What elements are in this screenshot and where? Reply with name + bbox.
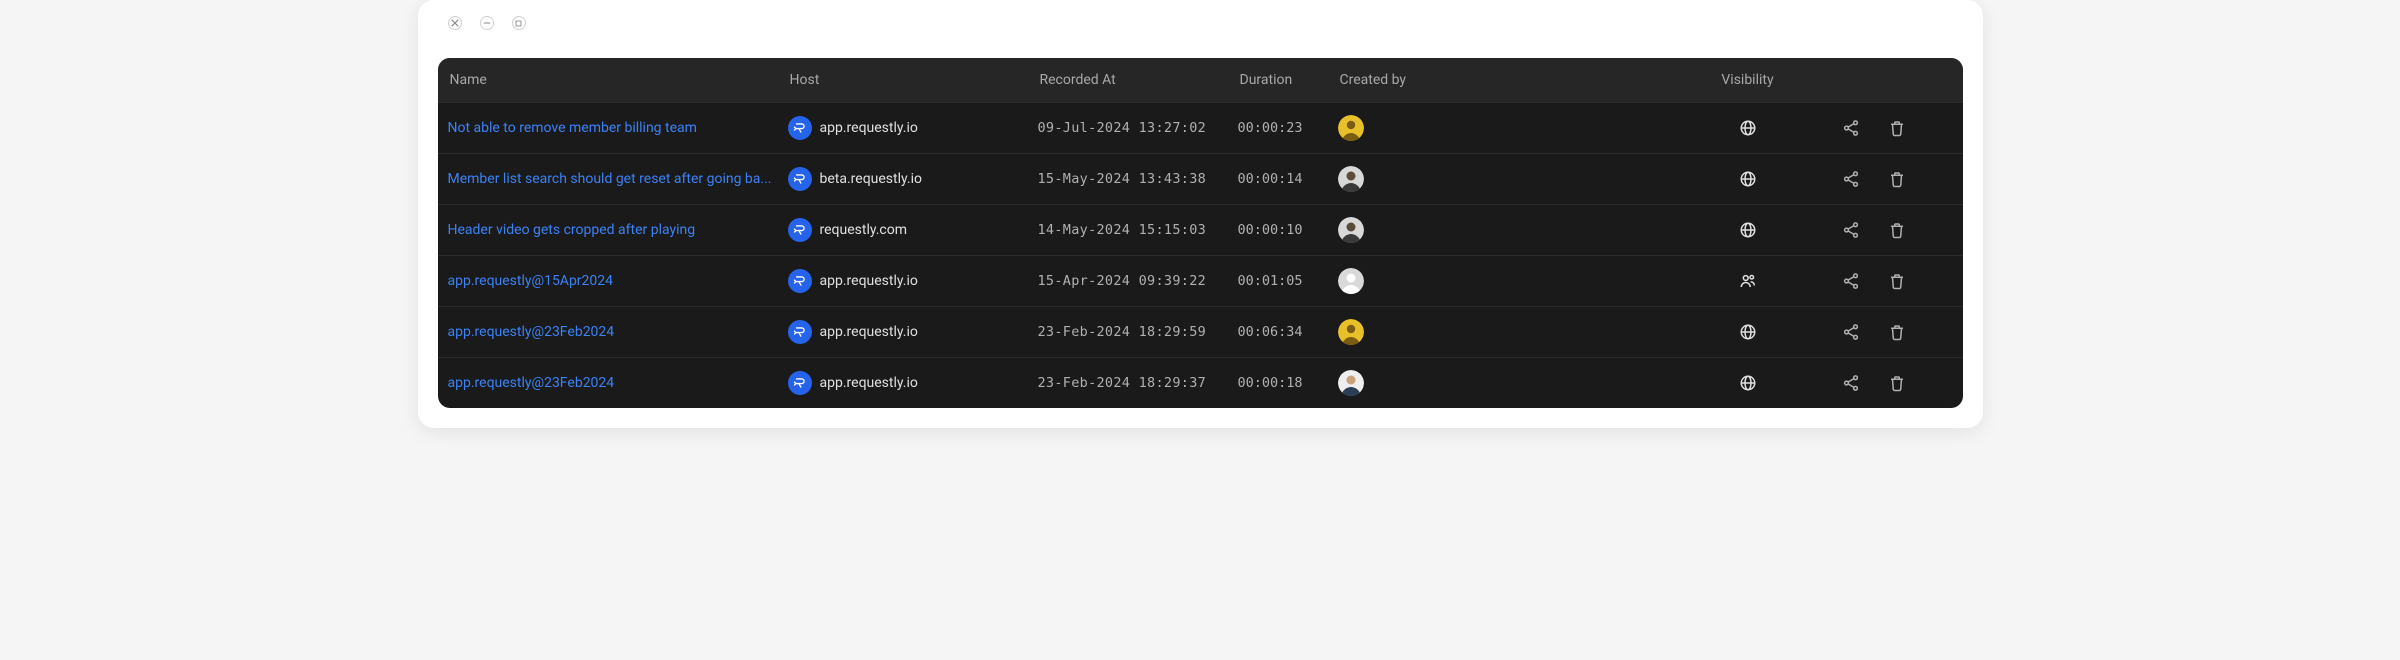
avatar [1338,217,1364,243]
table-row: app.requestly@23Feb2024 app.requestly.io 2… [438,357,1963,408]
duration-cell: 00:06:34 [1238,324,1338,340]
session-name-link[interactable]: app.requestly@23Feb2024 [448,324,788,340]
visibility-cell [1688,374,1808,392]
column-header-actions [1808,72,1918,88]
avatar [1338,370,1364,396]
host-text: app.requestly.io [820,120,918,136]
globe-icon[interactable] [1739,119,1757,137]
session-name-link[interactable]: Member list search should get reset afte… [448,171,788,187]
duration-cell: 00:01:05 [1238,273,1338,289]
host-text: app.requestly.io [820,273,918,289]
session-name-link[interactable]: app.requestly@23Feb2024 [448,375,788,391]
host-text: beta.requestly.io [820,171,923,187]
column-header-visibility[interactable]: Visibility [1688,72,1808,88]
visibility-cell [1688,170,1808,188]
requestly-logo-icon [788,218,812,242]
delete-button[interactable] [1888,170,1906,188]
window-controls [418,0,1983,38]
session-name-link[interactable]: Header video gets cropped after playing [448,222,788,238]
team-icon[interactable] [1739,272,1757,290]
share-button[interactable] [1842,374,1860,392]
created-by-cell [1338,166,1688,192]
actions-cell [1808,374,1918,392]
avatar [1338,166,1364,192]
host-cell: requestly.com [788,218,1038,242]
avatar [1338,115,1364,141]
delete-button[interactable] [1888,221,1906,239]
recorded-at-cell: 23-Feb-2024 18:29:59 [1038,324,1238,340]
host-cell: beta.requestly.io [788,167,1038,191]
requestly-logo-icon [788,116,812,140]
requestly-logo-icon [788,167,812,191]
host-cell: app.requestly.io [788,371,1038,395]
host-text: app.requestly.io [820,375,918,391]
actions-cell [1808,272,1918,290]
host-text: requestly.com [820,222,908,238]
recorded-at-cell: 09-Jul-2024 13:27:02 [1038,120,1238,136]
share-button[interactable] [1842,272,1860,290]
window-maximize-button[interactable] [512,16,526,30]
duration-cell: 00:00:18 [1238,375,1338,391]
host-cell: app.requestly.io [788,116,1038,140]
created-by-cell [1338,268,1688,294]
duration-cell: 00:00:14 [1238,171,1338,187]
share-button[interactable] [1842,221,1860,239]
created-by-cell [1338,115,1688,141]
created-by-cell [1338,370,1688,396]
delete-button[interactable] [1888,323,1906,341]
column-header-duration[interactable]: Duration [1238,72,1338,88]
actions-cell [1808,119,1918,137]
column-header-host[interactable]: Host [788,72,1038,88]
actions-cell [1808,323,1918,341]
session-name-link[interactable]: app.requestly@15Apr2024 [448,273,788,289]
recorded-at-cell: 15-Apr-2024 09:39:22 [1038,273,1238,289]
globe-icon[interactable] [1739,221,1757,239]
table-row: app.requestly@15Apr2024 app.requestly.io 1… [438,255,1963,306]
table-row: Header video gets cropped after playing r… [438,204,1963,255]
host-cell: app.requestly.io [788,269,1038,293]
sessions-table: Name Host Recorded At Duration Created b… [438,58,1963,408]
host-text: app.requestly.io [820,324,918,340]
app-window: Name Host Recorded At Duration Created b… [418,0,1983,428]
host-cell: app.requestly.io [788,320,1038,344]
column-header-recorded-at[interactable]: Recorded At [1038,72,1238,88]
share-button[interactable] [1842,119,1860,137]
visibility-cell [1688,119,1808,137]
recorded-at-cell: 23-Feb-2024 18:29:37 [1038,375,1238,391]
visibility-cell [1688,272,1808,290]
table-row: Not able to remove member billing team ap… [438,102,1963,153]
duration-cell: 00:00:10 [1238,222,1338,238]
actions-cell [1808,221,1918,239]
duration-cell: 00:00:23 [1238,120,1338,136]
table-row: Member list search should get reset afte… [438,153,1963,204]
share-button[interactable] [1842,170,1860,188]
requestly-logo-icon [788,371,812,395]
requestly-logo-icon [788,269,812,293]
globe-icon[interactable] [1739,323,1757,341]
globe-icon[interactable] [1739,374,1757,392]
created-by-cell [1338,319,1688,345]
recorded-at-cell: 14-May-2024 15:15:03 [1038,222,1238,238]
table-row: app.requestly@23Feb2024 app.requestly.io 2… [438,306,1963,357]
avatar [1338,319,1364,345]
window-minimize-button[interactable] [480,16,494,30]
delete-button[interactable] [1888,374,1906,392]
visibility-cell [1688,221,1808,239]
visibility-cell [1688,323,1808,341]
column-header-name[interactable]: Name [448,72,788,88]
created-by-cell [1338,217,1688,243]
window-close-button[interactable] [448,16,462,30]
requestly-logo-icon [788,320,812,344]
delete-button[interactable] [1888,119,1906,137]
recorded-at-cell: 15-May-2024 13:43:38 [1038,171,1238,187]
delete-button[interactable] [1888,272,1906,290]
avatar [1338,268,1364,294]
session-name-link[interactable]: Not able to remove member billing team [448,120,788,136]
table-header-row: Name Host Recorded At Duration Created b… [438,58,1963,102]
globe-icon[interactable] [1739,170,1757,188]
column-header-created-by[interactable]: Created by [1338,72,1688,88]
actions-cell [1808,170,1918,188]
share-button[interactable] [1842,323,1860,341]
